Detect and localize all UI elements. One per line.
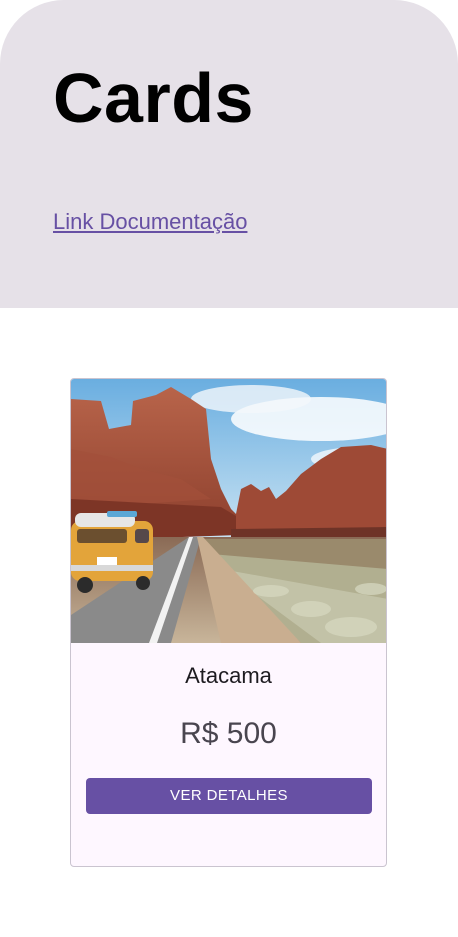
- view-details-button[interactable]: VER DETALHES: [86, 778, 372, 814]
- documentation-link[interactable]: Link Documentação: [53, 208, 247, 236]
- header-section: Cards Link Documentação: [0, 0, 458, 308]
- desert-road-van-image: [71, 379, 386, 643]
- card-image: [71, 379, 386, 643]
- destination-card: Atacama R$ 500 VER DETALHES: [70, 378, 387, 867]
- card-price: R$ 500: [180, 717, 277, 750]
- page-title: Cards: [53, 59, 254, 137]
- card-title: Atacama: [185, 663, 272, 688]
